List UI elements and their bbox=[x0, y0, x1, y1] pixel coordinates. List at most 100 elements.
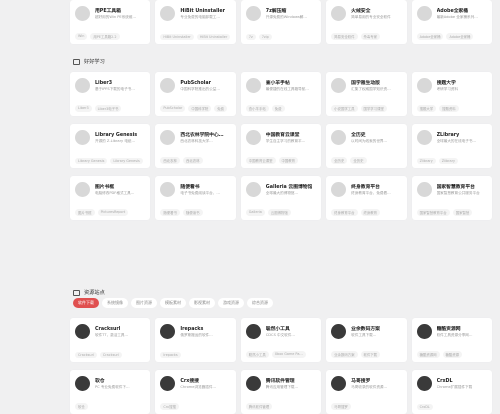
site-card[interactable]: HiBit Uninstaller 专业免费的电脑卸载工… HiBit Uninst… bbox=[155, 0, 236, 44]
site-logo-icon bbox=[331, 182, 347, 197]
tag[interactable]: Win bbox=[75, 33, 88, 40]
tag[interactable]: 7zip bbox=[258, 34, 272, 40]
site-card[interactable]: 查小羊手帖 最便捷的在线工具箱导航… 查小羊手帖 免费 bbox=[240, 72, 322, 116]
tag[interactable]: Zlibrary bbox=[416, 158, 436, 164]
tag[interactable]: 7z bbox=[245, 34, 256, 40]
site-card[interactable]: 国学雅生动版 汇集了权威国学知识资… 小说国学工具 国学学习课堂 bbox=[326, 72, 407, 116]
site-card[interactable]: 西北农林学院中心… 西北农林科技大学… 西北农林 西北农林 bbox=[155, 124, 236, 168]
tag[interactable]: 终身教育平台 bbox=[331, 209, 358, 216]
tag[interactable]: 杀毒专家 bbox=[360, 33, 381, 40]
tag[interactable]: 中国教育云课堂 bbox=[245, 157, 276, 164]
tag[interactable]: 查小羊手帖 bbox=[245, 105, 269, 112]
tag[interactable]: PubScholar bbox=[160, 105, 186, 112]
site-card[interactable]: Galleria 云图博物馆 全球最大的博物馆… Galleria 云图博物馆 bbox=[240, 176, 322, 220]
site-card[interactable]: Library Genesis 开源的 Z-Library 电纸… Library … bbox=[70, 124, 151, 168]
tag[interactable]: 随便看书 bbox=[160, 209, 180, 216]
tag[interactable]: 马哥搜罗 bbox=[331, 403, 351, 410]
tag[interactable]: 全历史 bbox=[331, 157, 348, 164]
site-card[interactable]: PubScholar 中国科学院推出的公益… PubScholar 中国科学院 免费 bbox=[155, 72, 236, 116]
tag[interactable]: Xbox Game Pa… bbox=[271, 351, 306, 358]
site-card[interactable]: ZLibrary 全球最大的在线电子书… Zlibrary Zlibrary bbox=[411, 124, 492, 168]
site-logo-icon bbox=[416, 324, 432, 339]
tag[interactable]: Zlibrary bbox=[438, 158, 459, 164]
tab-3[interactable]: 模板素材 bbox=[160, 298, 186, 308]
site-card[interactable]: Liber3 基于IPFS下载的电子书… Liber3 Liber3电子书 bbox=[70, 72, 151, 116]
tag[interactable]: 中国科学院 bbox=[188, 105, 212, 112]
tag[interactable]: 图片书框 bbox=[75, 209, 95, 216]
site-card[interactable]: Crx搜搜 Chrome浏览器插件… Crx搜搜 bbox=[155, 370, 236, 414]
tag[interactable]: 国学学习课堂 bbox=[360, 105, 387, 112]
tag[interactable]: 西北农林 bbox=[160, 157, 180, 164]
site-card[interactable]: 随便看书 电子书免费阅读平台，… 随便看书 随便读书 bbox=[155, 176, 236, 220]
site-card[interactable]: 图片书框 电脑修改PDF格式工具… 图片书框 PicturesReport bbox=[70, 176, 151, 220]
tab-0[interactable]: 软件下载 bbox=[73, 298, 99, 308]
tag[interactable]: 糖酷资源 bbox=[442, 351, 463, 358]
tag[interactable]: Adobe全家桶 bbox=[416, 33, 444, 40]
tag[interactable]: 搜题资料 bbox=[439, 105, 459, 112]
tag[interactable]: 全历史 bbox=[350, 157, 367, 164]
tag[interactable]: 免费 bbox=[271, 105, 285, 112]
site-card[interactable]: Irepacks 俄罗斯搬运的软件… Irepacks bbox=[155, 318, 236, 362]
tag[interactable]: Galleria bbox=[245, 209, 265, 216]
tab-1[interactable]: 系统镜像 bbox=[102, 298, 128, 308]
resource-cards-grid: Cracksurl 软件TT，激活工具… Cracksurl Cracksurl Ire… bbox=[70, 318, 492, 414]
tag[interactable]: Irepacks bbox=[160, 352, 181, 358]
site-card[interactable]: Cracksurl 软件TT，激活工具… Cracksurl Cracksurl bbox=[70, 318, 151, 362]
tag-list: 糖酷资源网 糖酷资源 bbox=[416, 351, 487, 358]
tag[interactable]: Liber3电子书 bbox=[94, 105, 122, 112]
tab-5[interactable]: 游戏资源 bbox=[218, 298, 244, 308]
tag[interactable]: 西北农林 bbox=[182, 157, 203, 164]
tag[interactable]: 搜题大学 bbox=[416, 105, 437, 112]
tag[interactable]: 免费 bbox=[214, 105, 228, 112]
tag[interactable]: Cracksurl bbox=[99, 352, 122, 358]
tag[interactable]: 简易安全软件 bbox=[331, 33, 358, 40]
site-card[interactable]: 糖酷资源网 软件工具资源分享网… 糖酷资源网 糖酷资源 bbox=[411, 318, 492, 362]
site-card[interactable]: 7z解压缩 开源免费的Windows解… 7z 7zip bbox=[240, 0, 322, 44]
site-card[interactable]: 聪然小工具 CDCS 中文软件… 聪然小工具 Xbox Game Pa… bbox=[240, 318, 322, 362]
tag[interactable]: 终身教育 bbox=[360, 209, 381, 216]
site-card[interactable]: Adobe全家桶 最新Adobe 全家桶系列… Adobe全家桶 Adobe全家桶 bbox=[411, 0, 492, 44]
tag[interactable]: Library Genesis bbox=[75, 158, 108, 164]
tag[interactable]: 用PE工具箱2.2 bbox=[90, 33, 120, 40]
tag[interactable]: HiBit Uninstaller bbox=[160, 34, 194, 40]
site-card[interactable]: 火绒安全 简单易用的专业安全软件 简易安全软件 杀毒专家 bbox=[326, 0, 407, 44]
tag[interactable]: HiBit Uninstaller bbox=[196, 34, 231, 40]
tab-2[interactable]: 图片资源 bbox=[131, 298, 157, 308]
site-card[interactable]: 搜题大学 考研学习资料 搜题大学 搜题资料 bbox=[411, 72, 492, 116]
card-text: 腾讯软件管理 腾讯应用管理下载… bbox=[266, 378, 298, 390]
site-card[interactable]: 国家智慧教育平台 国家智慧教育公共服务平台 国家智慧教育平台 国家智慧 bbox=[411, 176, 492, 220]
tag[interactable]: 随便读书 bbox=[182, 209, 203, 216]
site-card[interactable]: 腾讯软件管理 腾讯应用管理下载… 腾讯软件管理 bbox=[240, 370, 322, 414]
tab-4[interactable]: 影视素材 bbox=[189, 298, 215, 308]
tag[interactable]: Library Genesis bbox=[110, 158, 143, 164]
tag[interactable]: 聪然小工具 bbox=[245, 351, 269, 358]
site-card[interactable]: 终身教育平台 终身教育平台，免费看… 终身教育平台 终身教育 bbox=[326, 176, 407, 220]
site-desc: 专业免费的电脑卸载工… bbox=[180, 14, 220, 19]
tag[interactable]: 国家智慧教育平台 bbox=[416, 209, 450, 216]
tag[interactable]: Liber3 bbox=[75, 105, 92, 112]
tag[interactable]: Cracksurl bbox=[75, 352, 97, 358]
site-card[interactable]: 软仓 PC 专业免费软件下… 软仓 bbox=[70, 370, 151, 414]
tag[interactable]: 小说国学工具 bbox=[331, 105, 358, 112]
tab-6[interactable]: 综合资源 bbox=[247, 298, 273, 308]
tag[interactable]: 中国教育 bbox=[278, 157, 299, 164]
tag[interactable]: 糖酷资源网 bbox=[416, 351, 440, 358]
tag[interactable]: 软件下载 bbox=[360, 351, 381, 358]
tag[interactable]: 国家智慧 bbox=[452, 209, 473, 216]
site-card[interactable]: 全历史 以时间为线索的世界… 全历史 全历史 bbox=[326, 124, 407, 168]
site-card[interactable]: CrxDL Chrome扩展插件下载 CrxDL bbox=[411, 370, 492, 414]
tag[interactable]: PicturesReport bbox=[97, 209, 129, 216]
site-card[interactable]: 马哥搜罗 马哥收录的软件资源… 马哥搜罗 bbox=[326, 370, 407, 414]
tag[interactable]: 腾讯软件管理 bbox=[245, 403, 273, 410]
site-card[interactable]: 中国教育云课堂 学生自主学习的教育平… 中国教育云课堂 中国教育 bbox=[240, 124, 322, 168]
site-card[interactable]: 用PE工具箱 超好用的Win PE系统维… Win 用PE工具箱2.2 bbox=[70, 0, 151, 44]
tag[interactable]: CrxDL bbox=[416, 404, 433, 410]
tag[interactable]: 软仓 bbox=[75, 403, 88, 410]
site-desc: 全球最大的博物馆… bbox=[265, 190, 299, 195]
tag-list: 全历史 全历史 bbox=[331, 157, 401, 164]
tag[interactable]: Crx搜搜 bbox=[160, 403, 179, 410]
tag[interactable]: 业余数码方案 bbox=[331, 351, 358, 358]
site-card[interactable]: 业余数码方案 软件工具下载… 业余数码方案 软件下载 bbox=[326, 318, 407, 362]
tag[interactable]: Adobe全家桶 bbox=[446, 33, 474, 40]
tag[interactable]: 云图博物馆 bbox=[267, 209, 291, 216]
